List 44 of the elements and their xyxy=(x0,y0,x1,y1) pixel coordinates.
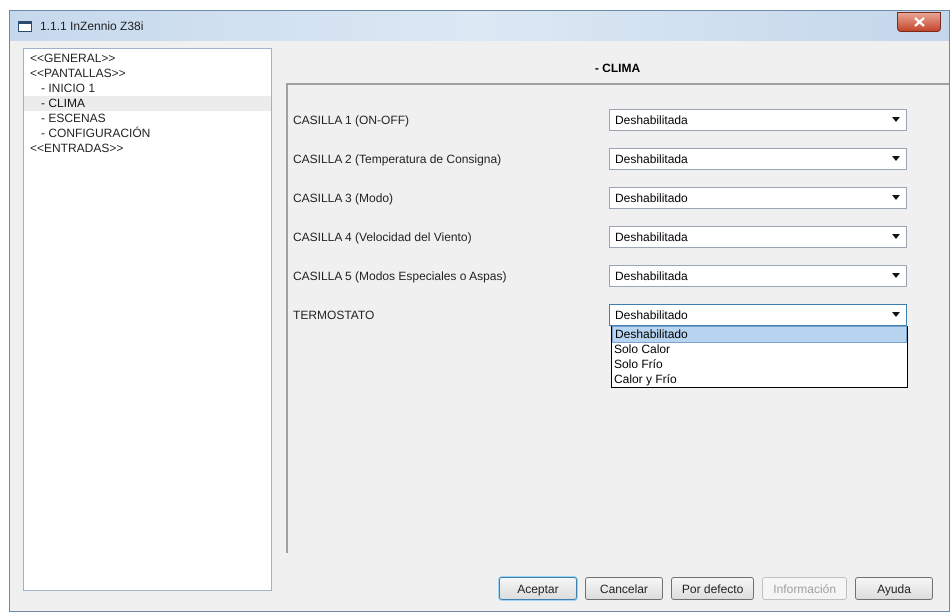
tree-item[interactable]: - INICIO 1 xyxy=(24,81,271,96)
caret-icon xyxy=(892,273,900,278)
setting-label: CASILLA 3 (Modo) xyxy=(293,190,394,206)
dropdown[interactable]: Deshabilitado xyxy=(609,186,907,208)
setting-label: CASILLA 1 (ON-OFF) xyxy=(293,112,410,128)
section-title: - CLIMA xyxy=(594,60,640,77)
dropdown-value: Deshabilitada xyxy=(615,228,689,246)
caret-icon xyxy=(892,156,900,161)
dropdown-option[interactable]: Deshabilitado xyxy=(612,326,907,343)
setting-label: CASILLA 2 (Temperatura de Consigna) xyxy=(293,150,502,168)
dropdown[interactable]: Deshabilitado xyxy=(609,304,907,326)
setting-label: CASILLA 4 (Velocidad del Viento) xyxy=(293,228,473,246)
dialog-button[interactable]: Por defecto xyxy=(670,577,754,600)
tree-item[interactable]: - CLIMA xyxy=(24,96,271,111)
dropdown-value: Deshabilitada xyxy=(615,150,689,168)
tree-item[interactable]: - CONFIGURACIÓN xyxy=(24,126,271,141)
dialog-button[interactable]: Ayuda xyxy=(855,577,933,600)
caret-icon xyxy=(892,234,900,239)
dropdown[interactable]: Deshabilitada xyxy=(609,148,907,170)
dropdown[interactable]: Deshabilitada xyxy=(609,264,907,286)
dialog-button[interactable]: Cancelar xyxy=(584,577,663,600)
dialog-button[interactable]: Aceptar xyxy=(498,577,577,600)
dropdown-value: Deshabilitado xyxy=(615,306,689,324)
close-icon xyxy=(914,17,924,27)
window-title: 1.1.1 InZennio Z38i xyxy=(40,18,144,35)
dropdown-option[interactable]: Calor y Frío xyxy=(612,372,907,387)
window-icon xyxy=(18,20,32,32)
dropdown-value: Deshabilitada xyxy=(615,112,689,128)
tree-item[interactable]: - ESCENAS xyxy=(24,111,271,126)
dropdown[interactable]: Deshabilitada xyxy=(609,108,907,130)
caret-icon xyxy=(892,312,900,317)
dropdown-value: Deshabilitado xyxy=(615,190,689,206)
dropdown[interactable]: Deshabilitada xyxy=(609,226,907,248)
dropdown-option[interactable]: Solo Frío xyxy=(612,357,907,372)
caret-icon xyxy=(892,117,900,122)
tree-item[interactable]: <<PANTALLAS>> xyxy=(24,66,271,81)
caret-icon xyxy=(892,195,900,200)
tree-item[interactable]: <<ENTRADAS>> xyxy=(24,141,271,156)
dropdown-option[interactable]: Solo Calor xyxy=(612,342,907,357)
setting-label: TERMOSTATO xyxy=(293,306,376,324)
setting-label: CASILLA 5 (Modos Especiales o Aspas) xyxy=(293,268,508,284)
dropdown-value: Deshabilitada xyxy=(615,268,689,284)
tree-item[interactable]: <<GENERAL>> xyxy=(24,51,271,66)
close-button[interactable] xyxy=(897,12,941,32)
